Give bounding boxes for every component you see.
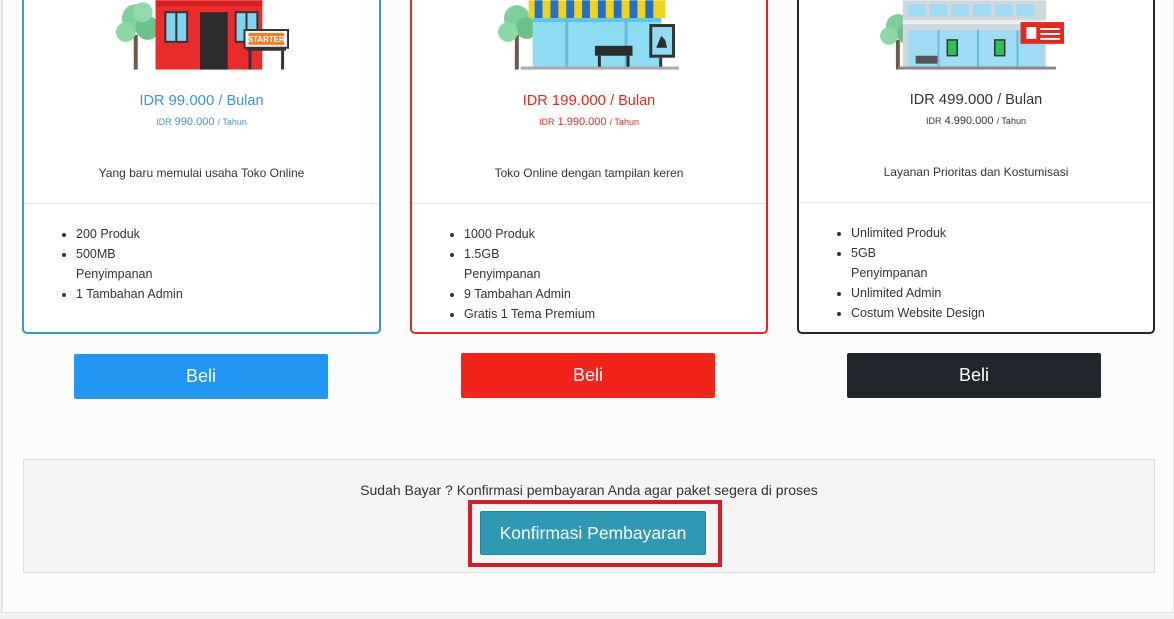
- price-yearly: IDR 1.990.000 / Tahun: [539, 116, 639, 128]
- divider: [24, 203, 379, 204]
- feature-item: 9 Tambahan Admin: [464, 284, 712, 304]
- confirmation-prompt: Sudah Bayar ? Konfirmasi pembayaran Anda…: [360, 482, 818, 498]
- plan-description: Layanan Prioritas dan Kostumisasi: [883, 165, 1069, 179]
- highlight-frame: Konfirmasi Pembayaran: [468, 500, 722, 567]
- starter-sign-text: STARTER: [248, 35, 285, 44]
- feature-item: 200 Produk: [76, 224, 324, 244]
- confirm-payment-button[interactable]: Konfirmasi Pembayaran: [480, 511, 706, 555]
- divider: [412, 203, 766, 204]
- feature-item: 1000 Produk: [464, 224, 712, 244]
- storefront-icon: [498, 0, 679, 70]
- price-monthly: IDR 99.000 / Bulan: [139, 92, 264, 109]
- mall-building-icon: [880, 0, 1065, 70]
- divider: [799, 202, 1153, 203]
- price-yearly: IDR 990.000 / Tahun: [156, 116, 247, 128]
- feature-item: 500MB Penyimpanan: [76, 244, 324, 284]
- payment-confirmation-box: Sudah Bayar ? Konfirmasi pembayaran Anda…: [23, 459, 1155, 573]
- feature-list: 200 Produk 500MB Penyimpanan 1 Tambahan …: [74, 224, 324, 304]
- buy-pro-button[interactable]: Beli: [461, 353, 715, 398]
- feature-item: 1.5GB Penyimpanan: [464, 244, 712, 284]
- price-monthly: IDR 199.000 / Bulan: [522, 92, 656, 109]
- plan-card-starter: STARTER IDR 99.000 / Bulan IDR 990.000 /…: [22, 0, 381, 334]
- plan-card-pro: IDR 199.000 / Bulan IDR 1.990.000 / Tahu…: [410, 0, 768, 334]
- starter-shop-icon: STARTER: [115, 0, 290, 70]
- price-monthly: IDR 499.000 / Bulan: [909, 91, 1043, 108]
- plan-card-business: IDR 499.000 / Bulan IDR 4.990.000 / Tahu…: [797, 0, 1155, 334]
- pricing-panel: STARTER IDR 99.000 / Bulan IDR 990.000 /…: [1, 0, 1174, 613]
- feature-item: Unlimited Produk: [851, 223, 1099, 243]
- price-yearly: IDR 4.990.000 / Tahun: [926, 115, 1026, 127]
- feature-list: Unlimited Produk 5GB Penyimpanan Unlimit…: [849, 223, 1099, 323]
- plan-description: Toko Online dengan tampilan keren: [494, 166, 684, 180]
- feature-item: 1 Tambahan Admin: [76, 284, 324, 304]
- buy-business-button[interactable]: Beli: [847, 353, 1101, 398]
- buy-starter-button[interactable]: Beli: [74, 354, 328, 399]
- feature-item: Gratis 1 Tema Premium: [464, 304, 712, 324]
- feature-list: 1000 Produk 1.5GB Penyimpanan 9 Tambahan…: [462, 224, 712, 324]
- plan-description: Yang baru memulai usaha Toko Online: [98, 166, 305, 180]
- feature-item: Unlimited Admin: [851, 283, 1099, 303]
- feature-item: 5GB Penyimpanan: [851, 243, 1099, 283]
- panel-border: [2, 0, 3, 613]
- feature-item: Costum Website Design: [851, 303, 1099, 323]
